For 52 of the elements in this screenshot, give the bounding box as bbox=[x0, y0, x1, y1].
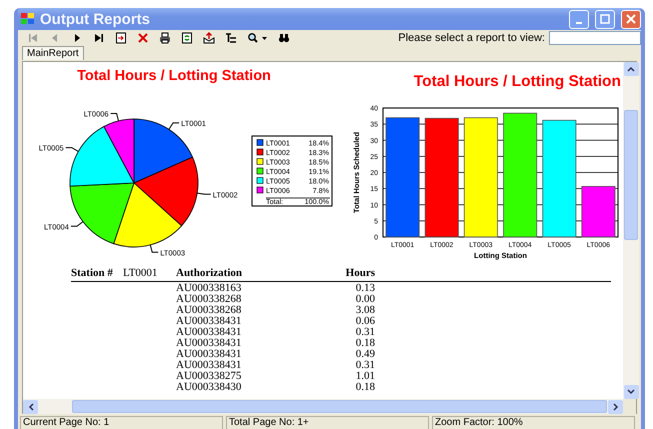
status-text: Zoom Factor: 100% bbox=[432, 416, 635, 429]
app-icon bbox=[20, 12, 36, 26]
leader-line bbox=[65, 147, 79, 152]
table-cell-text: AU000338430 bbox=[176, 382, 242, 393]
scrollbar-thumb[interactable] bbox=[72, 400, 607, 413]
scroll-up-button[interactable] bbox=[624, 62, 638, 76]
table-cell-text: 0.31 bbox=[354, 327, 375, 338]
scroll-left-button[interactable] bbox=[23, 400, 38, 414]
status-text: Total Page No: 1+ bbox=[226, 416, 429, 429]
chart-title: Total Hours / Lotting Station bbox=[77, 68, 271, 84]
table-cell-text: 0.00 bbox=[354, 294, 375, 305]
leader-line bbox=[110, 113, 119, 122]
table-cell-text: AU000338431 bbox=[176, 327, 242, 338]
maximize-icon bbox=[600, 14, 610, 24]
scrollbar-thumb[interactable] bbox=[624, 110, 638, 240]
leader-line bbox=[168, 122, 180, 130]
minimize-icon bbox=[576, 22, 582, 24]
station-label: Station # bbox=[71, 268, 114, 281]
station-value: LT0001 bbox=[123, 268, 158, 281]
table-cell-text: 0.13 bbox=[354, 283, 375, 294]
table-cell-text: AU000338268 bbox=[176, 294, 242, 305]
report-select-label: Please select a report to view: bbox=[398, 32, 545, 44]
chart-title: Total Hours / Lotting Station bbox=[414, 73, 621, 90]
table-cell-text: AU000338268 bbox=[176, 305, 242, 316]
window-title: Output Reports bbox=[40, 10, 151, 28]
scroll-right-button[interactable] bbox=[608, 400, 623, 414]
table-cell-text: AU000338431 bbox=[176, 338, 242, 349]
maximize-button[interactable] bbox=[595, 10, 615, 28]
table-cell-text: 0.31 bbox=[354, 360, 375, 371]
minimize-button[interactable] bbox=[569, 10, 589, 28]
table-cell-text: AU000338431 bbox=[176, 316, 242, 327]
column-header: Hours bbox=[344, 268, 375, 281]
table-cell-text: 0.06 bbox=[354, 316, 375, 327]
table-cell-text: AU000338431 bbox=[176, 349, 242, 360]
leader-line bbox=[150, 244, 159, 253]
leader-line bbox=[70, 221, 84, 227]
table-cell-text: 0.49 bbox=[354, 349, 375, 360]
close-icon bbox=[626, 14, 636, 24]
table-cell-text: 1.01 bbox=[354, 371, 375, 382]
scroll-down-button[interactable] bbox=[624, 385, 638, 399]
table-cell-text: AU000338431 bbox=[176, 360, 242, 371]
table-cell-text: AU000338163 bbox=[176, 283, 242, 294]
table-cell-text: 0.18 bbox=[354, 338, 375, 349]
table-cell-text: 3.08 bbox=[354, 305, 375, 316]
column-header: Authorization bbox=[176, 268, 243, 281]
leader-line bbox=[196, 192, 212, 195]
table-cell-text: 0.18 bbox=[354, 382, 375, 393]
report-tab[interactable]: MainReport bbox=[22, 46, 84, 60]
status-text: Current Page No: 1 bbox=[20, 416, 223, 429]
close-button[interactable] bbox=[621, 10, 641, 28]
report-select-field[interactable] bbox=[549, 31, 641, 45]
table-cell-text: AU000338275 bbox=[176, 371, 242, 382]
